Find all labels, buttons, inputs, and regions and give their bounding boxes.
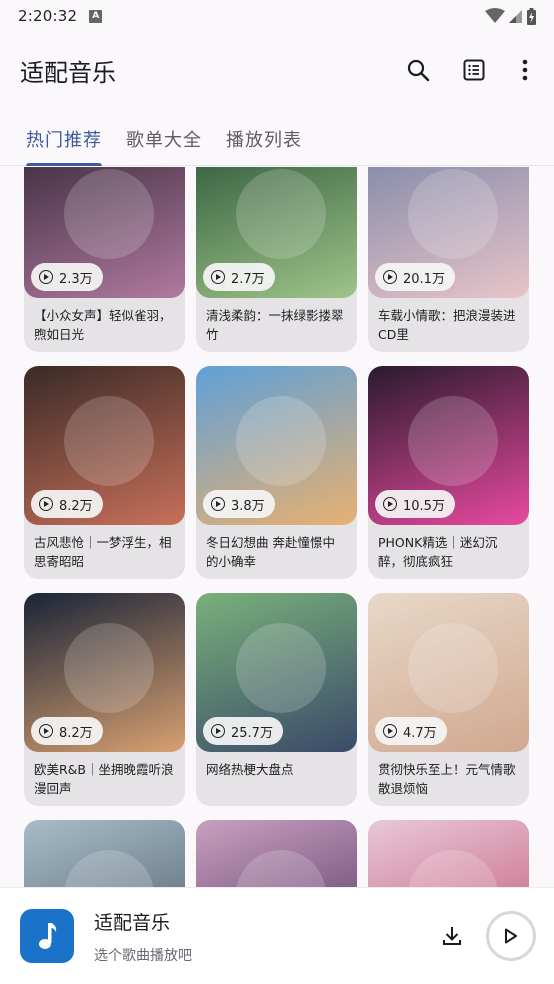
playlist-card[interactable]: 25.7万网络热梗大盘点	[196, 593, 357, 806]
playlist-card[interactable]: 3.8万冬日幻想曲 奔赴憧憬中的小确幸	[196, 366, 357, 579]
more-vert-icon	[522, 59, 528, 81]
player-title: 适配音乐	[94, 911, 171, 934]
play-count: 2.3万	[59, 271, 93, 287]
playlist-card[interactable]: 4.7万贯彻快乐至上！元气情歌散退烦恼	[368, 593, 529, 806]
play-circle-icon	[383, 497, 397, 511]
tab-hot-recommend[interactable]: 热门推荐	[14, 112, 114, 166]
play-count: 3.8万	[231, 498, 265, 514]
tab-bar: 热门推荐 歌单大全 播放列表	[0, 112, 554, 166]
playlist-button[interactable]	[446, 42, 502, 98]
playlist-card[interactable]: 10.5万 PHONK精选｜迷幻沉醉，彻底疯狂	[368, 366, 529, 579]
playlist-cover-image: 10.5万	[368, 366, 529, 525]
playlist-grid: 2.3万 【小众女声】轻似雀羽，煦如日光 2.7万 清浅柔韵：一抹绿影搂翠竹 20.1万…	[24, 167, 529, 887]
playlist-card[interactable]: 2.7万清浅柔韵：一抹绿影搂翠竹	[196, 167, 357, 352]
play-count-badge: 2.7万	[203, 263, 275, 291]
notification-icon: A	[89, 9, 103, 23]
playlist-title: 清浅柔韵：一抹绿影搂翠竹	[206, 308, 344, 342]
player-subtitle: 选个歌曲播放吧	[94, 947, 192, 964]
download-icon	[443, 927, 461, 945]
play-circle-icon	[39, 270, 53, 284]
playlist-card[interactable]	[24, 820, 185, 887]
play-circle-icon	[211, 270, 225, 284]
playlist-title: 车载小情歌：把浪漫装进CD里	[378, 308, 516, 342]
status-bar: 2:20:32 A	[0, 0, 554, 32]
play-count: 8.2万	[59, 498, 93, 514]
playlist-cover-image: 2.7万	[196, 167, 357, 298]
playlist-title: 古风悲怆｜一梦浮生，相思寄昭昭	[34, 535, 172, 569]
playlist-card[interactable]	[196, 820, 357, 887]
playlist-title: 贯彻快乐至上！元气情歌散退烦恼	[378, 762, 516, 796]
search-button[interactable]	[390, 42, 446, 98]
tab-play-queue[interactable]: 播放列表	[214, 112, 314, 165]
playlist-card[interactable]: 8.2万古风悲怆｜一梦浮生，相思寄昭昭	[24, 366, 185, 579]
status-time: 2:20:32	[18, 7, 78, 25]
playlist-card[interactable]: 8.2万欧美R&B｜坐拥晚霞听浪漫回声	[24, 593, 185, 806]
play-circle-icon	[383, 270, 397, 284]
playlist-cover-image: 3.8万	[196, 366, 357, 525]
playlist-cover-image: 8.2万	[24, 366, 185, 525]
app-title: 适配音乐	[20, 58, 116, 87]
music-note-icon	[39, 923, 57, 949]
play-count-badge: 2.3万	[31, 263, 103, 291]
playlist-cover-image	[368, 820, 529, 887]
wifi-icon	[485, 8, 505, 23]
signal-icon	[509, 10, 522, 23]
play-circle-icon	[39, 724, 53, 738]
playlist-cover-image: 20.1万	[368, 167, 529, 298]
play-circle-icon	[383, 724, 397, 738]
play-count-badge: 25.7万	[203, 717, 283, 745]
play-count-badge: 8.2万	[31, 717, 103, 745]
play-count: 20.1万	[403, 271, 445, 287]
play-count-badge: 3.8万	[203, 490, 275, 518]
play-count-badge: 4.7万	[375, 717, 447, 745]
play-circle-icon	[211, 724, 225, 738]
playlist-cover-image: 4.7万	[368, 593, 529, 752]
play-icon	[505, 928, 517, 944]
download-button[interactable]	[432, 916, 472, 956]
more-options-button[interactable]	[502, 42, 548, 98]
play-count: 2.7万	[231, 271, 265, 287]
playlist-title: PHONK精选｜迷幻沉醉，彻底疯狂	[378, 535, 498, 569]
playlist-title: 欧美R&B｜坐拥晚霞听浪漫回声	[34, 762, 174, 796]
top-app-bar: 适配音乐	[0, 38, 554, 102]
playlist-grid-scroll[interactable]: 2.3万 【小众女声】轻似雀羽，煦如日光 2.7万 清浅柔韵：一抹绿影搂翠竹 20.1万…	[0, 167, 554, 887]
playlist-card[interactable]: 2.3万【小众女声】轻似雀羽，煦如日光	[24, 167, 185, 352]
play-count: 10.5万	[403, 498, 445, 514]
playlist-cover-image: 25.7万	[196, 593, 357, 752]
play-button[interactable]	[486, 911, 536, 961]
playlist-card[interactable]: 20.1万车载小情歌：把浪漫装进CD里	[368, 167, 529, 352]
battery-icon	[527, 7, 536, 25]
play-circle-icon	[39, 497, 53, 511]
playlist-cover-image: 8.2万	[24, 593, 185, 752]
player-artwork	[20, 909, 74, 963]
playlist-card[interactable]	[368, 820, 529, 887]
playlist-title: 网络热梗大盘点	[206, 762, 294, 777]
playlist-cover-image: 2.3万	[24, 167, 185, 298]
mini-player[interactable]: 适配音乐 选个歌曲播放吧	[0, 887, 554, 984]
list-icon	[463, 59, 485, 81]
play-circle-icon	[211, 497, 225, 511]
play-count: 25.7万	[231, 725, 273, 741]
play-count: 4.7万	[403, 725, 437, 741]
playlist-cover-image	[24, 820, 185, 887]
play-count-badge: 8.2万	[31, 490, 103, 518]
playlist-title: 【小众女声】轻似雀羽，煦如日光	[34, 308, 172, 342]
play-count-badge: 10.5万	[375, 490, 455, 518]
play-count-badge: 20.1万	[375, 263, 455, 291]
playlist-cover-image	[196, 820, 357, 887]
search-icon	[407, 59, 430, 82]
tab-playlist-collection[interactable]: 歌单大全	[114, 112, 214, 165]
playlist-title: 冬日幻想曲 奔赴憧憬中的小确幸	[206, 535, 335, 569]
play-count: 8.2万	[59, 725, 93, 741]
